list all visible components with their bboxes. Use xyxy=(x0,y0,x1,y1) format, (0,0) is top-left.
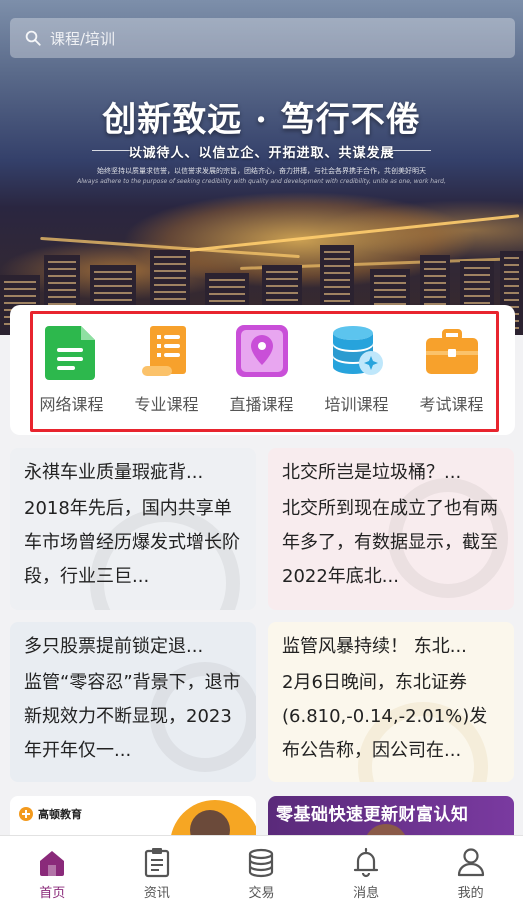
banner-tagline: 始终坚持以质量求信誉，以信誉求发展的宗旨，团结齐心，奋力拼搏，与社会各界携手合作… xyxy=(97,167,426,175)
news-summary: 北交所到现在成立了也有两年多了，有数据显示，截至2022年底北... xyxy=(282,498,498,587)
news-card[interactable]: 永祺车业质量瑕疵背... 2018年先后，国内共享单车市场曾经历爆发式增长阶段，… xyxy=(10,448,256,610)
promo-card-gaodun[interactable]: 高顿教育 xyxy=(10,796,256,840)
brand-logo: 高顿教育 xyxy=(18,806,82,822)
coins-icon xyxy=(249,848,274,878)
user-icon xyxy=(457,848,484,877)
banner-title: 创新致远 · 笃行不倦 xyxy=(102,100,421,140)
location-pin-icon xyxy=(234,323,290,379)
search-placeholder: 课程/培训 xyxy=(50,29,116,48)
nav-profile[interactable]: 我的 xyxy=(418,836,523,905)
news-title: 多只股票提前锁定退... xyxy=(24,636,204,657)
search-icon xyxy=(25,30,41,46)
document-icon xyxy=(44,323,100,380)
nav-trade[interactable]: 交易 xyxy=(209,836,314,905)
news-card[interactable]: 多只股票提前锁定退... 监管“零容忍”背景下，退市新规效力不断显现，2023年… xyxy=(10,622,256,782)
nav-news[interactable]: 资讯 xyxy=(105,836,210,905)
category-online-course[interactable]: 网络课程 xyxy=(24,323,119,415)
category-label: 网络课程 xyxy=(39,395,104,414)
briefcase-icon xyxy=(424,323,480,379)
nav-home[interactable]: 首页 xyxy=(0,836,105,905)
news-title: 永祺车业质量瑕疵背... xyxy=(24,462,204,483)
nav-messages[interactable]: 消息 xyxy=(314,836,419,905)
category-label: 直播课程 xyxy=(229,395,294,414)
home-icon xyxy=(40,851,65,876)
promo-title: 零基础快速更新财富认知 xyxy=(276,805,469,825)
news-title: 北交所岂是垃圾桶？... xyxy=(282,462,462,483)
nav-label: 消息 xyxy=(353,886,380,901)
bell-icon xyxy=(353,847,379,878)
nav-label: 资讯 xyxy=(143,886,170,901)
gaodun-logo-icon xyxy=(19,807,33,821)
database-icon xyxy=(329,323,385,379)
news-card[interactable]: 北交所岂是垃圾桶？... 北交所到现在成立了也有两年多了，有数据显示，截至202… xyxy=(268,448,514,610)
banner-tagline-english: Always adhere to the purpose of seeking … xyxy=(77,178,446,185)
news-title: 监管风暴持续！ 东北... xyxy=(282,636,467,657)
promo-card-wealth[interactable]: 零基础快速更新财富认知 xyxy=(268,796,514,840)
category-label: 考试课程 xyxy=(419,395,484,414)
search-bar[interactable]: 课程/培训 xyxy=(10,18,515,58)
category-label: 培训课程 xyxy=(324,395,389,414)
category-exam-course[interactable]: 考试课程 xyxy=(404,323,499,415)
bottom-navigation: 首页 资讯 交易 消息 我的 xyxy=(0,835,523,905)
category-training-course[interactable]: 培训课程 xyxy=(309,323,404,415)
nav-label: 首页 xyxy=(39,886,66,901)
scroll-icon xyxy=(139,323,195,379)
news-summary: 2018年先后，国内共享单车市场曾经历爆发式增长阶段，行业三巨... xyxy=(24,498,240,587)
news-summary: 监管“零容忍”背景下，退市新规效力不断显现，2023年开年仅一... xyxy=(24,672,241,761)
nav-label: 交易 xyxy=(248,886,275,901)
news-card[interactable]: 监管风暴持续！ 东北... 2月6日晚间，东北证券(6.810,-0.14,-2… xyxy=(268,622,514,782)
news-summary: 2月6日晚间，东北证券(6.810,-0.14,-2.01%)发布公告称，因公司… xyxy=(282,672,488,761)
category-label: 专业课程 xyxy=(134,395,199,414)
brand-name: 高顿教育 xyxy=(38,808,82,821)
category-live-course[interactable]: 直播课程 xyxy=(214,323,309,415)
nav-label: 我的 xyxy=(457,886,484,901)
category-row: 网络课程 专业课程 直播课程 培训课程 考试课程 xyxy=(24,323,499,415)
category-professional-course[interactable]: 专业课程 xyxy=(119,323,214,415)
banner-subtitle: 以诚待人、以信立企、开拓进取、共谋发展 xyxy=(128,146,395,161)
clipboard-icon xyxy=(144,848,169,878)
